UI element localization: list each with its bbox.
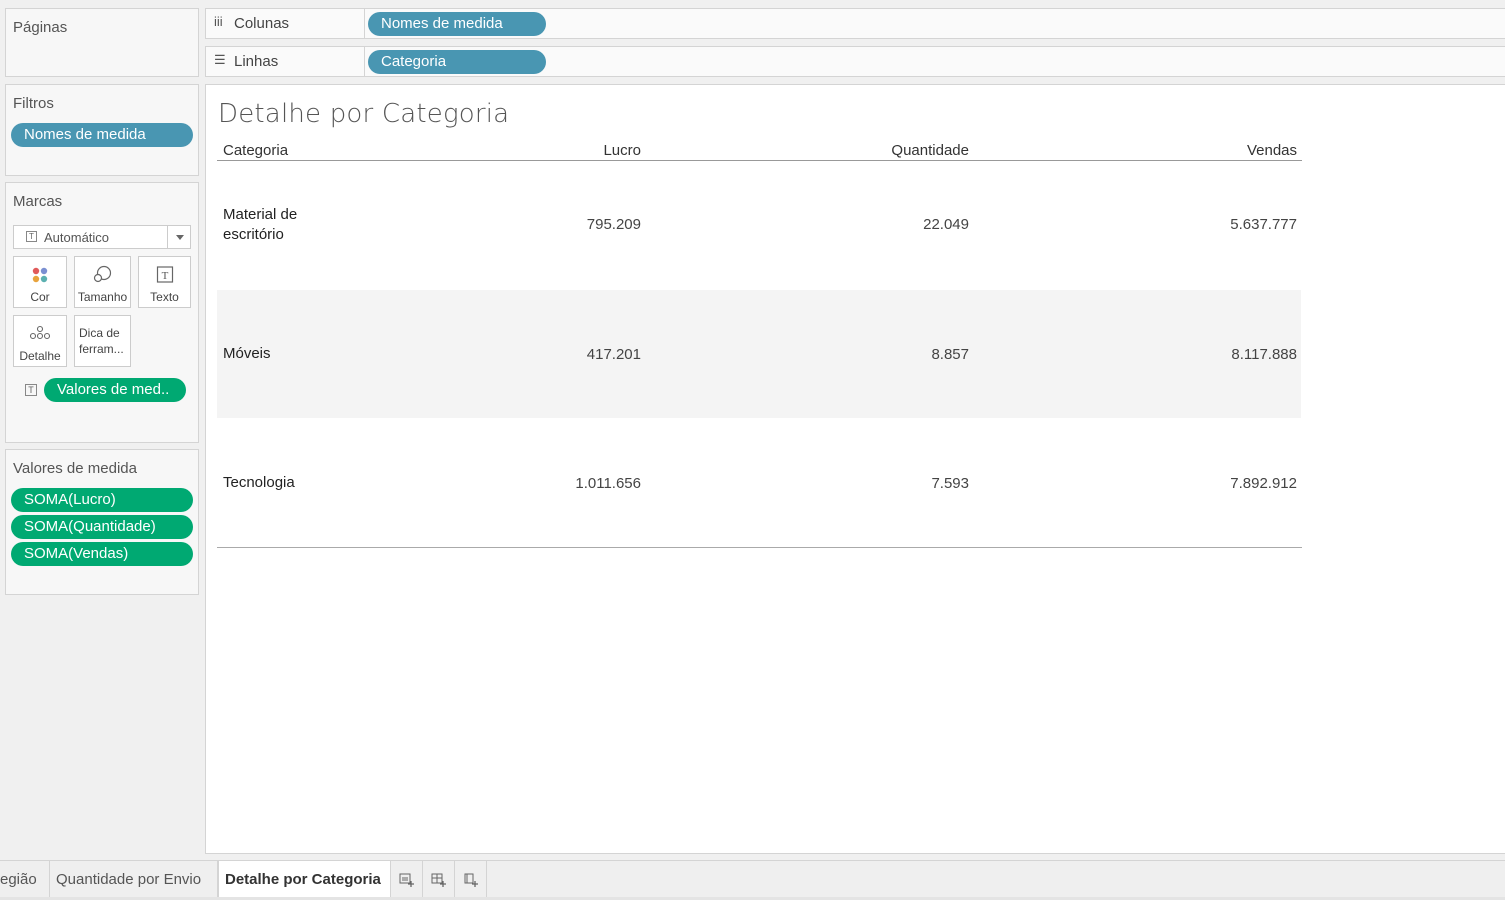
rows-icon: ☰ (214, 52, 226, 67)
filters-card-title: Filtros (13, 95, 54, 112)
text-mark-icon: T (26, 231, 37, 242)
row-category: Móveis (223, 345, 271, 362)
cell-vendas: 7.892.912 (1230, 475, 1297, 492)
columns-shelf-label: iii Colunas (206, 9, 365, 38)
cell-lucro: 1.011.656 (575, 475, 641, 492)
cell-vendas: 5.637.777 (1230, 216, 1297, 233)
sheet-tab-bar: egião Quantidade por Envio Detalhe por C… (0, 860, 1505, 900)
table-row[interactable]: Tecnologia 1.011.656 7.593 7.892.912 (217, 418, 1301, 546)
text-pill-measure-values[interactable]: Valores de med.. (44, 378, 186, 402)
chevron-down-icon (176, 235, 184, 240)
cell-lucro: 417.201 (586, 346, 641, 363)
rows-shelf-label: ☰ Linhas (206, 47, 365, 76)
mark-type-label: Automático (44, 230, 110, 245)
columns-pill-measure-names[interactable]: Nomes de medida (368, 12, 546, 36)
size-button[interactable]: Tamanho (74, 256, 131, 308)
detail-icon (29, 325, 51, 340)
measure-pill-vendas[interactable]: SOMA(Vendas) (11, 542, 193, 566)
header-categoria: Categoria (223, 142, 289, 159)
text-mark-icon: T (25, 384, 37, 396)
pages-card-title: Páginas (13, 19, 68, 36)
text-button-label: Texto (150, 290, 179, 304)
view-canvas[interactable]: Detalhe por Categoria Categoria Lucro Qu… (205, 84, 1505, 854)
view-title: Detalhe por Categoria (218, 99, 510, 129)
cell-vendas: 8.117.888 (1231, 346, 1297, 363)
columns-shelf[interactable]: iii Colunas Nomes de medida (205, 8, 1505, 39)
tab-quantidade-por-envio[interactable]: Quantidade por Envio (50, 861, 218, 898)
header-vendas: Vendas (1246, 142, 1297, 159)
cell-quantidade: 22.049 (923, 216, 969, 233)
measure-values-card-title: Valores de medida (13, 460, 137, 477)
size-icon (93, 265, 111, 283)
measure-values-card: Valores de medida SOMA(Lucro) SOMA(Quant… (5, 449, 199, 595)
new-story-icon[interactable] (455, 861, 487, 898)
mark-type-dropdown[interactable]: T Automático (13, 225, 191, 249)
text-button[interactable]: T Texto (138, 256, 191, 308)
marks-card: Marcas T Automático Cor Tamanho T Texto … (5, 182, 199, 443)
color-button[interactable]: Cor (13, 256, 67, 308)
tab-regiao[interactable]: egião (0, 861, 50, 898)
text-icon: T (156, 266, 173, 283)
new-dashboard-icon[interactable] (423, 861, 455, 898)
filters-card: Filtros Nomes de medida (5, 84, 199, 176)
columns-icon: iii (214, 14, 223, 29)
row-category: Material de escritório (223, 206, 298, 243)
tableau-workspace: Páginas Filtros Nomes de medida Marcas T… (0, 0, 1505, 900)
rows-shelf[interactable]: ☰ Linhas Categoria (205, 46, 1505, 77)
measure-pill-lucro[interactable]: SOMA(Lucro) (11, 488, 193, 512)
cell-quantidade: 8.857 (931, 346, 969, 363)
detail-button-label: Detalhe (19, 349, 61, 363)
svg-text:T: T (161, 270, 168, 282)
detail-button[interactable]: Detalhe (13, 315, 67, 367)
table-row[interactable]: Móveis 417.201 8.857 8.117.888 (217, 290, 1301, 418)
tab-detalhe-por-categoria[interactable]: Detalhe por Categoria (218, 861, 391, 898)
measure-pill-quantidade[interactable]: SOMA(Quantidade) (11, 515, 193, 539)
tooltip-button[interactable]: Dica de ferram... (74, 315, 131, 367)
size-button-label: Tamanho (77, 290, 128, 304)
color-button-label: Cor (30, 290, 50, 304)
tooltip-button-label: Dica de ferram... (79, 326, 124, 356)
header-quantidade: Quantidade (891, 142, 969, 159)
filter-pill-measure-names[interactable]: Nomes de medida (11, 123, 193, 147)
table-row[interactable]: Material de escritório 795.209 22.049 5.… (217, 161, 1301, 289)
new-worksheet-icon[interactable] (391, 861, 423, 898)
header-lucro: Lucro (603, 142, 641, 159)
rows-pill-categoria[interactable]: Categoria (368, 50, 546, 74)
pages-card: Páginas (5, 8, 199, 77)
cell-quantidade: 7.593 (931, 475, 969, 492)
cell-lucro: 795.209 (586, 216, 641, 233)
marks-card-title: Marcas (13, 193, 63, 210)
row-category: Tecnologia (223, 474, 295, 491)
color-icon (32, 267, 48, 283)
